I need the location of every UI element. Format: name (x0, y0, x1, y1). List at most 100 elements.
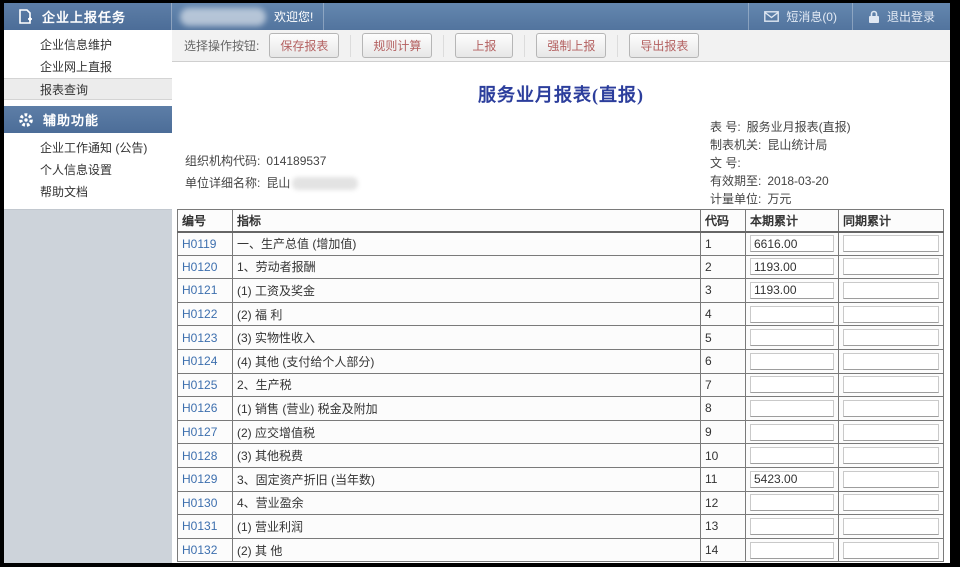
indicator-cell: 3、固定资产折旧 (当年数) (233, 467, 701, 491)
same-period-input[interactable] (843, 471, 939, 488)
same-period-input[interactable] (843, 400, 939, 417)
sidebar-item[interactable]: 企业信息维护 (4, 34, 172, 56)
row-code-link[interactable]: H0120 (182, 260, 217, 274)
indicator-cell: (1) 营业利润 (233, 515, 701, 539)
same-period-input[interactable] (843, 494, 939, 511)
indicator-cell: (2) 福 利 (233, 302, 701, 326)
current-period-input[interactable] (750, 329, 834, 346)
meta-line: 有效期至:2018-03-20 (710, 172, 851, 190)
current-period-input[interactable] (750, 282, 834, 299)
current-period-input[interactable] (750, 471, 834, 488)
same-period-input[interactable] (843, 258, 939, 275)
messages-button[interactable]: 短消息(0) (748, 3, 852, 30)
toolbar-button[interactable]: 导出报表 (629, 33, 699, 58)
table-row: H0131 (1) 营业利润13 (178, 515, 944, 539)
sidebar-item[interactable]: 企业工作通知 (公告) (4, 137, 172, 159)
column-header: 同期累计 (839, 210, 944, 232)
indicator-cell: 1、劳动者报酬 (233, 255, 701, 279)
code-cell: 8 (701, 397, 746, 421)
row-code-link[interactable]: H0123 (182, 331, 217, 345)
logout-button[interactable]: 退出登录 (852, 3, 950, 30)
same-period-input[interactable] (843, 329, 939, 346)
current-period-input[interactable] (750, 447, 834, 464)
sidebar-item[interactable]: 帮助文档 (4, 181, 172, 203)
meta-line: 表 号:服务业月报表(直报) (710, 118, 851, 136)
row-code-link[interactable]: H0132 (182, 543, 217, 557)
row-code-link[interactable]: H0124 (182, 354, 217, 368)
current-period-input[interactable] (750, 518, 834, 535)
code-cell: 9 (701, 420, 746, 444)
current-period-input[interactable] (750, 424, 834, 441)
row-code-link[interactable]: H0126 (182, 401, 217, 415)
toolbar-separator (617, 35, 618, 57)
toolbar-button[interactable]: 上报 (455, 33, 513, 58)
current-period-input[interactable] (750, 542, 834, 559)
row-code-link[interactable]: H0125 (182, 378, 217, 392)
toolbar-separator (524, 35, 525, 57)
row-code-link[interactable]: H0129 (182, 472, 217, 486)
table-row: H0120 1、劳动者报酬2 (178, 255, 944, 279)
meta-label: 有效期至: (710, 174, 761, 188)
indicator-cell: (4) 其他 (支付给个人部分) (233, 349, 701, 373)
sidebar-item[interactable]: 企业网上直报 (4, 56, 172, 78)
current-period-input[interactable] (750, 494, 834, 511)
current-period-input[interactable] (750, 400, 834, 417)
row-code-link[interactable]: H0121 (182, 283, 217, 297)
table-row: H0127(2) 应交增值税9 (178, 420, 944, 444)
topbar-divider (323, 3, 324, 30)
toolbar-separator (350, 35, 351, 57)
sidebar-group-header-secondary: 辅助功能 (4, 106, 172, 133)
table-row: H0123(3) 实物性收入5 (178, 326, 944, 350)
row-code-link[interactable]: H0128 (182, 449, 217, 463)
same-period-input[interactable] (843, 353, 939, 370)
meta-value: 昆山统计局 (767, 138, 827, 152)
table-row: H0132(2) 其 他14 (178, 538, 944, 562)
code-cell: 13 (701, 515, 746, 539)
sidebar-item[interactable]: 报表查询 (4, 78, 172, 100)
same-period-input[interactable] (843, 447, 939, 464)
same-period-input[interactable] (843, 282, 939, 299)
table-row: H0121(1) 工资及奖金3 (178, 279, 944, 303)
sidebar-group-header-primary: 企业上报任务 (4, 3, 172, 30)
same-period-input[interactable] (843, 376, 939, 393)
toolbar-button[interactable]: 规则计算 (362, 33, 432, 58)
table-row: H0128(3) 其他税费10 (178, 444, 944, 468)
current-period-input[interactable] (750, 376, 834, 393)
toolbar-button[interactable]: 强制上报 (536, 33, 606, 58)
code-cell: 12 (701, 491, 746, 515)
column-header: 指标 (233, 210, 701, 232)
sidebar-menu: 企业信息维护企业网上直报报表查询 辅助功能 企业工作通知 (公告)个人信息设置帮… (4, 30, 172, 210)
sidebar-item[interactable]: 个人信息设置 (4, 159, 172, 181)
toolbar-button[interactable]: 保存报表 (269, 33, 339, 58)
indicator-cell: (3) 实物性收入 (233, 326, 701, 350)
report-title: 服务业月报表(直报) (172, 81, 950, 107)
unit-name-redacted (292, 177, 358, 190)
same-period-input[interactable] (843, 306, 939, 323)
same-period-input[interactable] (843, 235, 939, 252)
same-period-input[interactable] (843, 518, 939, 535)
current-period-input[interactable] (750, 306, 834, 323)
same-period-input[interactable] (843, 542, 939, 559)
row-code-link[interactable]: H0119 (182, 237, 216, 251)
table-row: H0122(2) 福 利4 (178, 302, 944, 326)
column-header: 代码 (701, 210, 746, 232)
sidebar-filler (4, 210, 172, 563)
same-period-input[interactable] (843, 424, 939, 441)
row-code-link[interactable]: H0131 (182, 519, 217, 533)
row-code-link[interactable]: H0130 (182, 496, 217, 510)
code-cell: 2 (701, 255, 746, 279)
lock-icon (868, 10, 880, 24)
current-period-input[interactable] (750, 235, 834, 252)
meta-line: 文 号: (710, 154, 851, 172)
row-code-link[interactable]: H0122 (182, 307, 217, 321)
welcome-text: 欢迎您! (274, 8, 313, 25)
current-period-input[interactable] (750, 353, 834, 370)
row-code-link[interactable]: H0127 (182, 425, 217, 439)
meta-label: 表 号: (710, 120, 741, 134)
sidebar: 企业信息维护企业网上直报报表查询 辅助功能 企业工作通知 (公告)个人信息设置帮… (4, 30, 172, 563)
code-cell: 3 (701, 279, 746, 303)
username-redacted (180, 8, 266, 26)
report-meta-left: 组织机构代码:014189537单位详细名称:昆山 (185, 150, 358, 194)
current-period-input[interactable] (750, 258, 834, 275)
sidebar-secondary-items: 企业工作通知 (公告)个人信息设置帮助文档 (4, 133, 172, 209)
